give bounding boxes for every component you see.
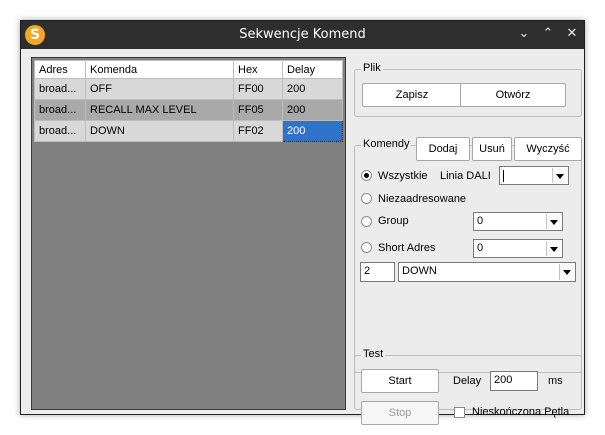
group-value: 0 <box>477 215 484 227</box>
command-value: DOWN <box>402 265 437 277</box>
cell-delay[interactable]: 200 <box>282 99 343 121</box>
cell-adres[interactable]: broad... <box>34 78 86 100</box>
minimize-icon[interactable]: ⌄ <box>516 26 532 42</box>
radio-short-address-label: Short Adres <box>378 242 436 254</box>
save-button[interactable]: Zapisz <box>362 83 462 107</box>
radio-all-label: Wszystkie <box>378 170 428 182</box>
window: S Sekwencje Komend ⌄ ⌃ ✕ Adres Komenda H… <box>20 20 585 425</box>
cell-hex[interactable]: FF00 <box>233 78 283 100</box>
cell-adres[interactable]: broad... <box>34 99 86 121</box>
repeat-count-input[interactable]: 2 <box>360 262 395 282</box>
cell-hex[interactable]: FF02 <box>233 120 283 142</box>
short-address-select[interactable]: 0 <box>473 239 563 258</box>
infinite-loop-label: Nieskończona Pętla <box>472 406 570 418</box>
test-legend: Test <box>361 348 386 360</box>
radio-group-label: Group <box>378 215 409 227</box>
col-delay[interactable]: Delay <box>282 60 343 79</box>
table-header: Adres Komenda Hex Delay <box>34 60 343 79</box>
right-panel: Plik Zapisz Otwórz Komendy Dodaj Usuń Wy… <box>352 49 584 425</box>
table-row[interactable]: broad... RECALL MAX LEVEL FF05 200 <box>34 99 343 121</box>
infinite-loop-checkbox[interactable] <box>454 407 465 418</box>
cell-delay-selected[interactable]: 200 <box>282 120 343 142</box>
cell-delay[interactable]: 200 <box>282 78 343 100</box>
sequence-table: Adres Komenda Hex Delay broad... OFF FF0… <box>34 60 343 142</box>
table-row[interactable]: broad... DOWN FF02 200 <box>34 120 343 142</box>
radio-unaddressed-label: Niezaadresowane <box>378 193 467 205</box>
radio-group[interactable] <box>361 216 372 227</box>
chevron-down-icon[interactable] <box>546 241 561 256</box>
delay-unit: ms <box>548 375 563 387</box>
chevron-down-icon[interactable] <box>546 214 561 229</box>
dali-line-select[interactable] <box>499 166 569 185</box>
plik-legend: Plik <box>361 62 383 74</box>
content: Adres Komenda Hex Delay broad... OFF FF0… <box>21 49 584 425</box>
dali-line-label: Linia DALI <box>440 170 491 182</box>
radio-short-address[interactable] <box>361 242 372 253</box>
start-button[interactable]: Start <box>361 369 439 393</box>
title-bar[interactable]: S Sekwencje Komend ⌄ ⌃ ✕ <box>21 21 584 49</box>
stop-button[interactable]: Stop <box>361 401 439 425</box>
delay-input[interactable]: 200 <box>490 371 538 391</box>
delay-label: Delay <box>453 375 482 387</box>
text-caret <box>503 170 504 182</box>
cell-komenda[interactable]: DOWN <box>85 120 234 142</box>
radio-unaddressed[interactable] <box>361 193 372 204</box>
col-adres[interactable]: Adres <box>34 60 86 79</box>
komendy-legend: Komendy <box>361 138 412 150</box>
command-select[interactable]: DOWN <box>398 262 576 282</box>
table-row[interactable]: broad... OFF FF00 200 <box>34 78 343 100</box>
clear-button[interactable]: Wyczyść <box>514 137 582 161</box>
chevron-down-icon[interactable] <box>559 264 574 280</box>
cell-hex[interactable]: FF05 <box>233 99 283 121</box>
chevron-down-icon[interactable] <box>552 168 567 183</box>
radio-all[interactable] <box>361 170 372 181</box>
add-button[interactable]: Dodaj <box>416 137 470 161</box>
cell-adres[interactable]: broad... <box>34 120 86 142</box>
open-button[interactable]: Otwórz <box>460 83 566 107</box>
col-komenda[interactable]: Komenda <box>85 60 234 79</box>
cell-komenda[interactable]: RECALL MAX LEVEL <box>85 99 234 121</box>
remove-button[interactable]: Usuń <box>472 137 512 161</box>
window-title: Sekwencje Komend <box>239 27 366 42</box>
group-select[interactable]: 0 <box>473 212 563 231</box>
close-icon[interactable]: ✕ <box>564 26 580 42</box>
col-hex[interactable]: Hex <box>233 60 283 79</box>
cell-komenda[interactable]: OFF <box>85 78 234 100</box>
short-address-value: 0 <box>477 242 484 254</box>
maximize-icon[interactable]: ⌃ <box>540 26 556 42</box>
sequence-table-panel: Adres Komenda Hex Delay broad... OFF FF0… <box>31 57 346 410</box>
